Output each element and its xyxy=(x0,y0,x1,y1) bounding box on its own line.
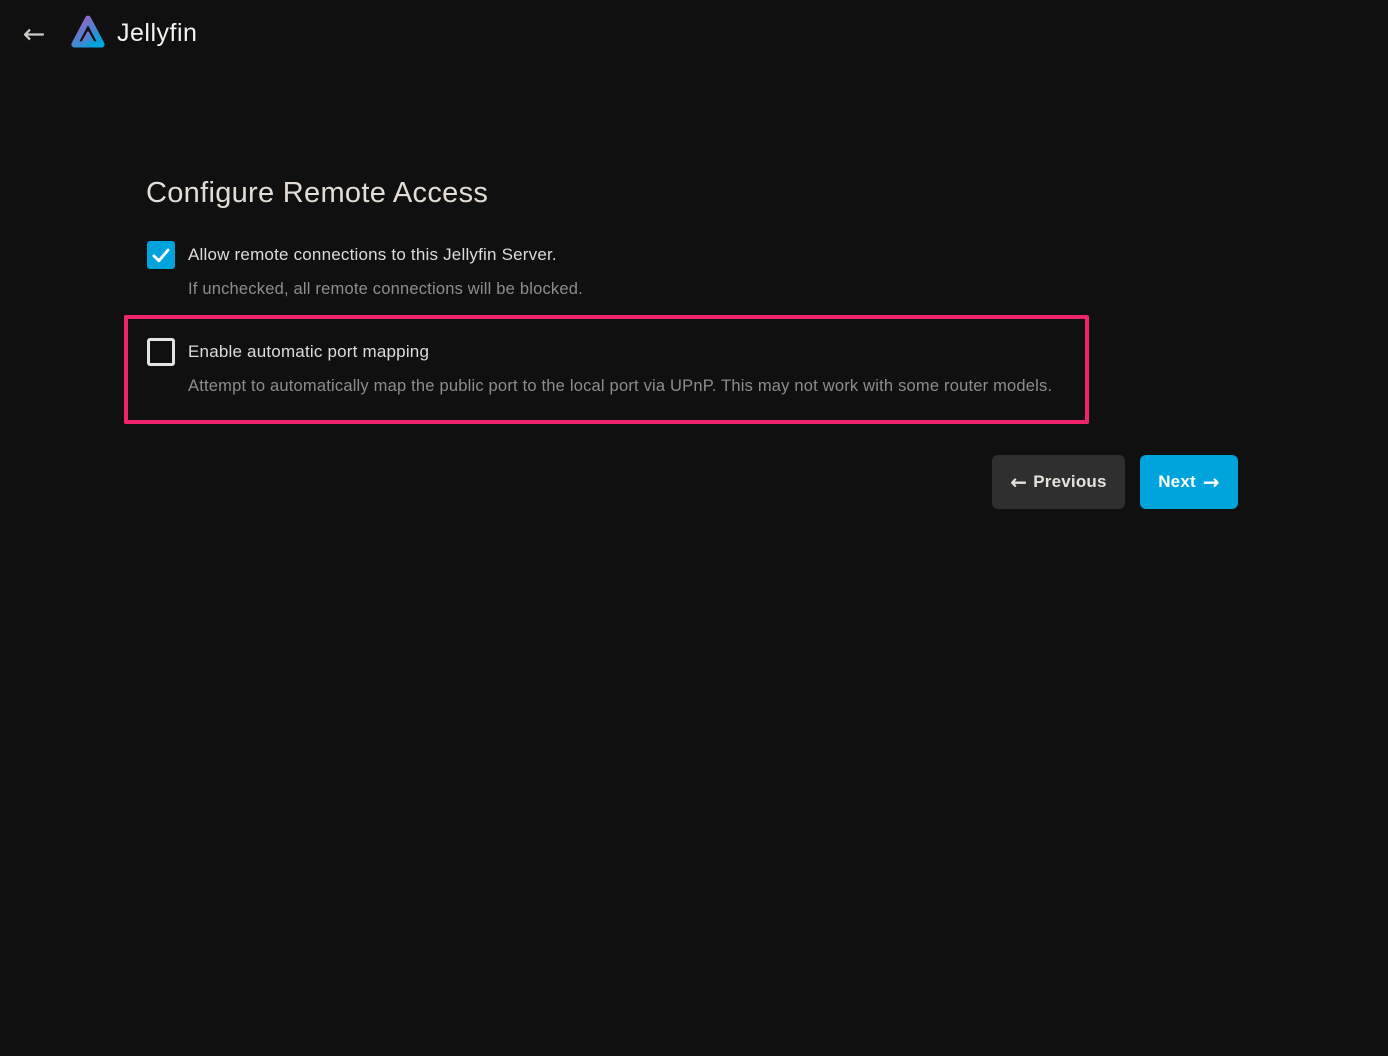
arrow-left-icon: ← xyxy=(1010,472,1027,492)
jellyfin-logo-icon xyxy=(68,11,108,56)
app-logo: Jellyfin xyxy=(68,11,197,56)
port-mapping-label[interactable]: Enable automatic port mapping xyxy=(188,338,429,362)
allow-remote-label[interactable]: Allow remote connections to this Jellyfi… xyxy=(188,241,557,265)
next-button-label: Next xyxy=(1158,472,1196,492)
checkmark-icon xyxy=(151,245,171,265)
previous-button-label: Previous xyxy=(1033,472,1106,492)
page-title: Configure Remote Access xyxy=(146,177,488,210)
allow-remote-checkbox[interactable] xyxy=(147,241,175,269)
previous-button[interactable]: ← Previous xyxy=(992,455,1125,509)
app-header: ← Jellyfin xyxy=(0,0,1388,68)
arrow-left-icon: ← xyxy=(23,19,46,50)
allow-remote-description: If unchecked, all remote connections wil… xyxy=(188,280,583,299)
arrow-right-icon: → xyxy=(1203,472,1220,492)
port-mapping-description: Attempt to automatically map the public … xyxy=(188,377,1052,396)
back-button[interactable]: ← xyxy=(16,17,52,53)
port-mapping-checkbox[interactable] xyxy=(147,338,175,366)
next-button[interactable]: Next → xyxy=(1140,455,1238,509)
field-allow-remote-connections: Allow remote connections to this Jellyfi… xyxy=(147,241,583,299)
app-name: Jellyfin xyxy=(117,19,197,48)
field-enable-port-mapping: Enable automatic port mapping Attempt to… xyxy=(147,338,1052,396)
